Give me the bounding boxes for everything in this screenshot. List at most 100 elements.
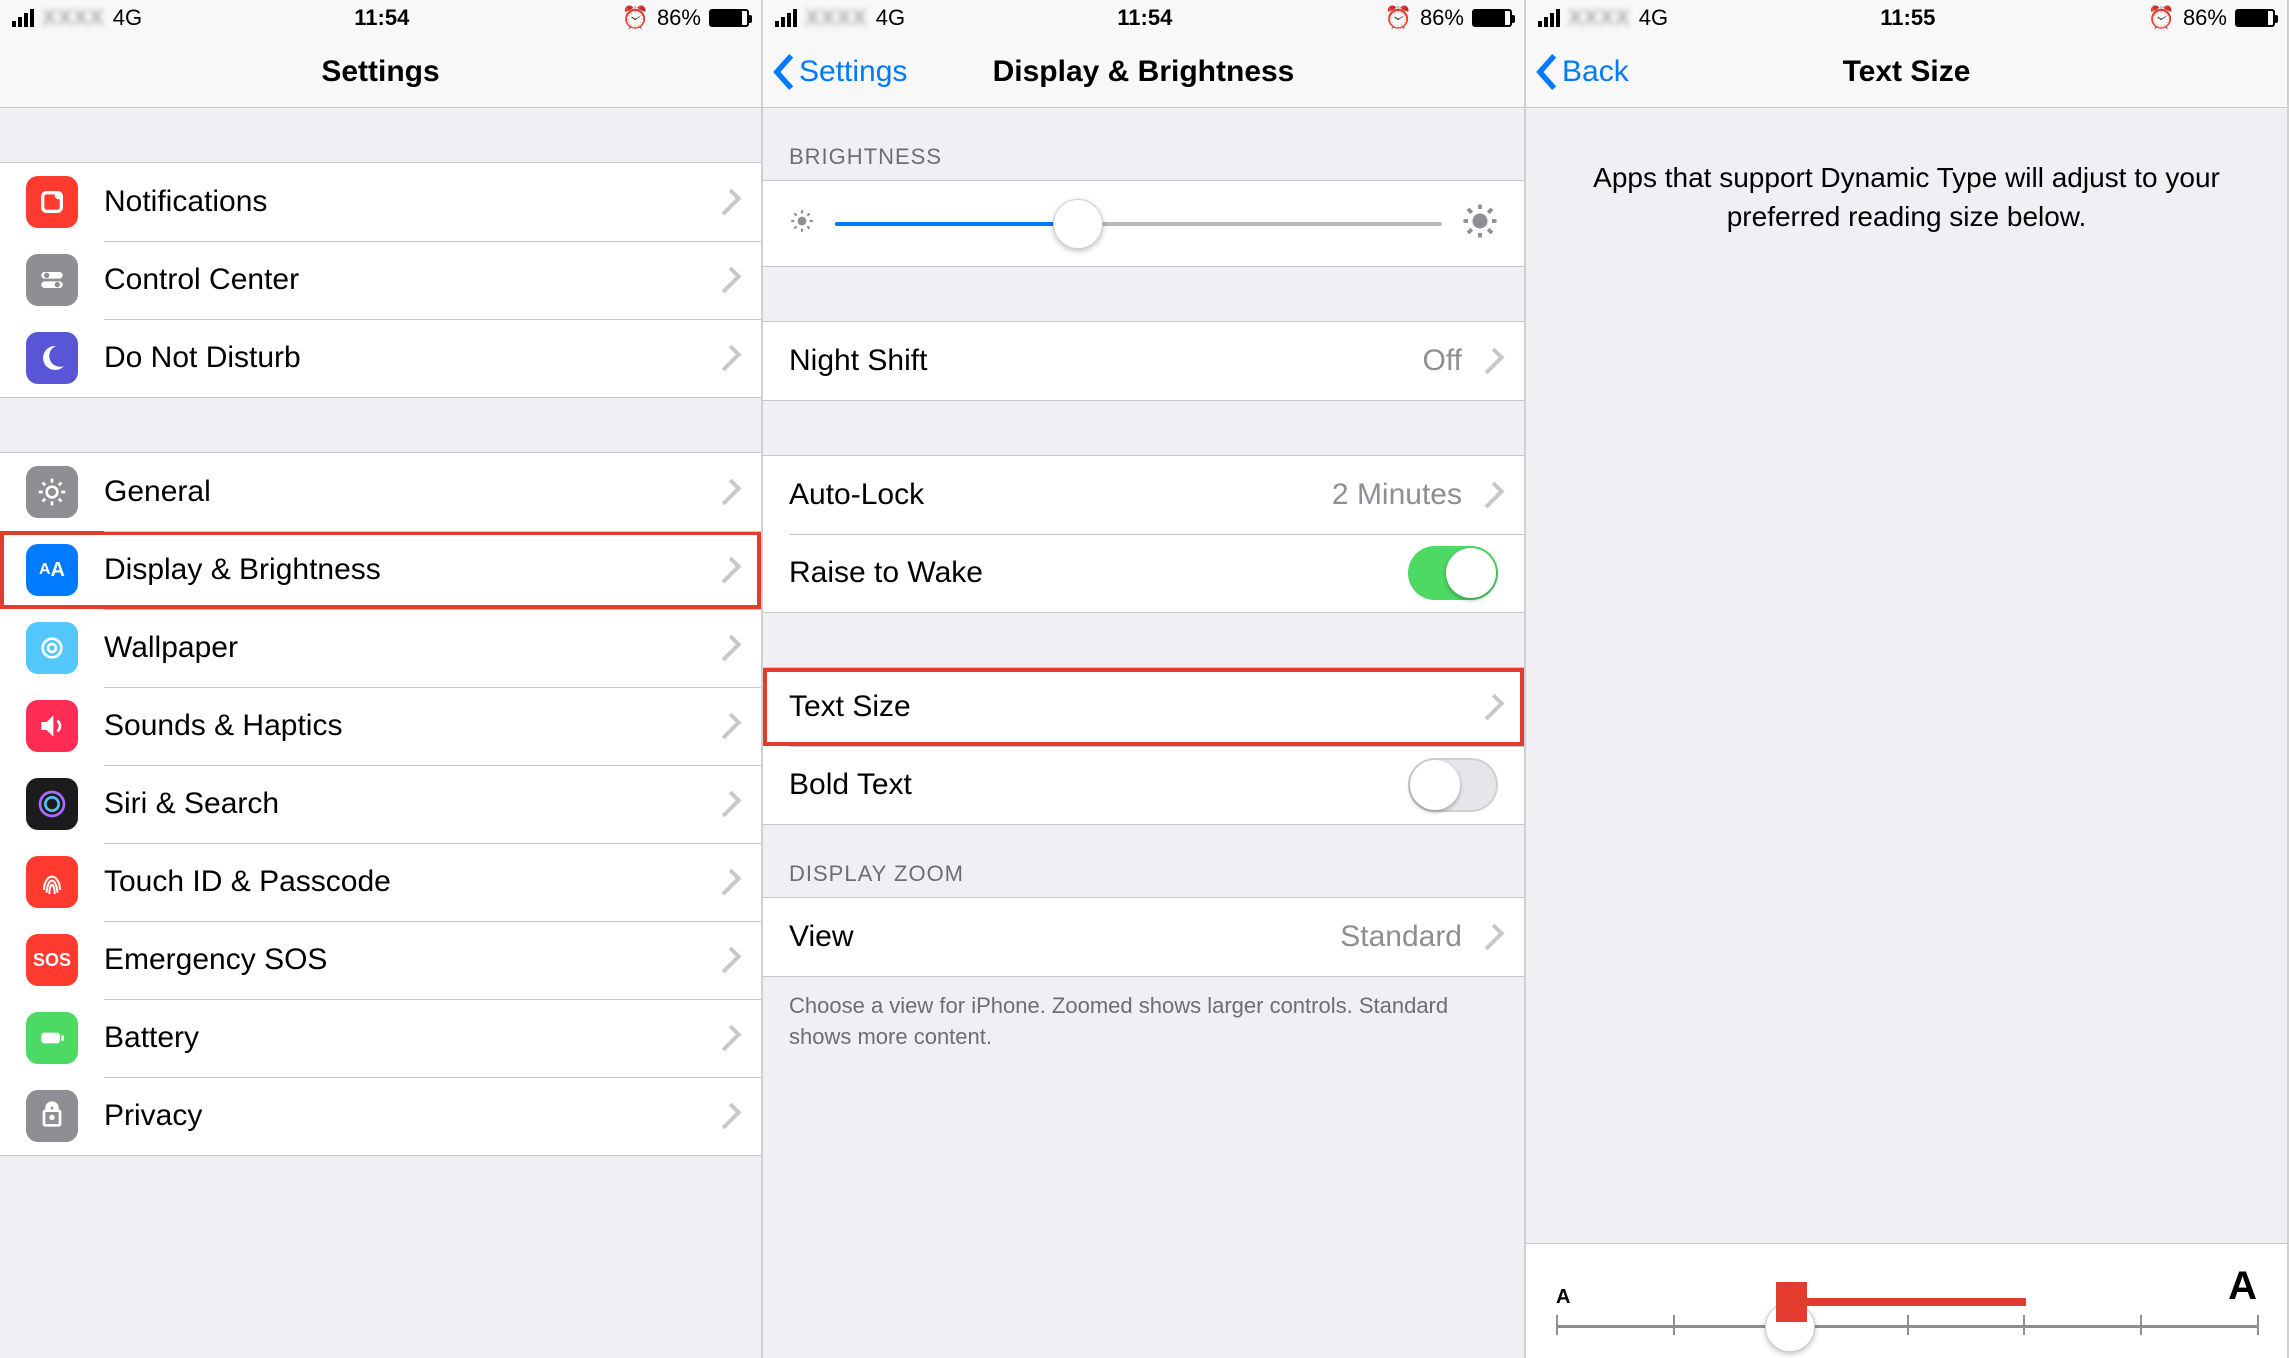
wallpaper-icon (26, 622, 78, 674)
chevron-right-icon (1478, 482, 1505, 509)
section-brightness: BRIGHTNESS (763, 108, 1524, 180)
alarm-icon: ⏰ (2148, 5, 2175, 31)
row-label: Privacy (104, 1099, 713, 1133)
back-label: Back (1562, 55, 1629, 89)
dnd-icon (26, 332, 78, 384)
row-general[interactable]: General (0, 453, 761, 531)
chevron-right-icon (715, 1025, 742, 1052)
text-size-slider-area: A A (1526, 1243, 2287, 1358)
row-raise-to-wake[interactable]: Raise to Wake (763, 534, 1524, 612)
row-sos[interactable]: SOS Emergency SOS (0, 921, 761, 999)
text-size-slider[interactable] (1556, 1325, 2257, 1328)
status-bar: XXXX 4G 11:55 ⏰ 86% (1526, 0, 2287, 36)
row-label: Text Size (789, 690, 1476, 724)
battery-pct: 86% (1420, 5, 1464, 31)
nav-bar: Settings (0, 36, 761, 108)
row-control-center[interactable]: Control Center (0, 241, 761, 319)
signal-icon (775, 9, 797, 27)
section-display-zoom: DISPLAY ZOOM (763, 825, 1524, 897)
row-notifications[interactable]: Notifications (0, 163, 761, 241)
page-title: Text Size (1843, 55, 1971, 89)
row-value: Standard (1340, 920, 1462, 954)
row-label: View (789, 920, 1340, 954)
row-privacy[interactable]: Privacy (0, 1077, 761, 1155)
privacy-icon (26, 1090, 78, 1142)
chevron-right-icon (1478, 924, 1505, 951)
text-size-thumb[interactable] (1765, 1302, 1815, 1352)
row-value: Off (1423, 344, 1462, 378)
row-label: Do Not Disturb (104, 341, 713, 375)
nav-bar: Settings Display & Brightness (763, 36, 1524, 108)
chevron-right-icon (715, 869, 742, 896)
row-label: Auto-Lock (789, 478, 1332, 512)
carrier-label: XXXX (42, 5, 105, 31)
row-label: Sounds & Haptics (104, 709, 713, 743)
big-a-label: A (2228, 1264, 2257, 1309)
siri-icon (26, 778, 78, 830)
row-auto-lock[interactable]: Auto-Lock 2 Minutes (763, 456, 1524, 534)
chevron-right-icon (715, 1103, 742, 1130)
row-night-shift[interactable]: Night Shift Off (763, 322, 1524, 400)
row-value: 2 Minutes (1332, 478, 1462, 512)
chevron-right-icon (715, 557, 742, 584)
brightness-slider-row (763, 180, 1524, 267)
battery-icon (709, 9, 749, 27)
bold-text-toggle[interactable] (1408, 758, 1498, 812)
row-display-brightness[interactable]: AA Display & Brightness (0, 531, 761, 609)
back-label: Settings (799, 55, 907, 89)
small-a-label: A (1556, 1286, 1570, 1309)
back-button[interactable]: Settings (773, 54, 907, 90)
page-title: Display & Brightness (993, 55, 1295, 89)
row-battery[interactable]: Battery (0, 999, 761, 1077)
sos-icon: SOS (26, 934, 78, 986)
row-siri[interactable]: Siri & Search (0, 765, 761, 843)
clock: 11:54 (354, 5, 409, 31)
signal-icon (1538, 9, 1560, 27)
row-label: Notifications (104, 185, 713, 219)
row-touchid[interactable]: Touch ID & Passcode (0, 843, 761, 921)
chevron-right-icon (715, 635, 742, 662)
row-label: General (104, 475, 713, 509)
page-title: Settings (321, 55, 439, 89)
nav-bar: Back Text Size (1526, 36, 2287, 108)
row-label: Emergency SOS (104, 943, 713, 977)
brightness-slider[interactable] (835, 222, 1442, 226)
alarm-icon: ⏰ (1385, 5, 1412, 31)
clock: 11:54 (1117, 5, 1172, 31)
signal-icon (12, 9, 34, 27)
row-label: Display & Brightness (104, 553, 713, 587)
row-label: Wallpaper (104, 631, 713, 665)
chevron-right-icon (715, 479, 742, 506)
clock: 11:55 (1880, 5, 1935, 31)
settings-group-2: General AA Display & Brightness Wallpape… (0, 452, 761, 1156)
row-bold-text[interactable]: Bold Text (763, 746, 1524, 824)
back-button[interactable]: Back (1536, 54, 1629, 90)
row-label: Bold Text (789, 768, 1408, 802)
row-view[interactable]: View Standard (763, 898, 1524, 976)
chevron-right-icon (715, 713, 742, 740)
display-brightness-screen: XXXX 4G 11:54 ⏰ 86% Settings Display & B… (763, 0, 1526, 1358)
sounds-icon (26, 700, 78, 752)
row-label: Control Center (104, 263, 713, 297)
settings-screen: XXXX 4G 11:54 ⏰ 86% Settings Notificatio… (0, 0, 763, 1358)
alarm-icon: ⏰ (622, 5, 649, 31)
row-sounds[interactable]: Sounds & Haptics (0, 687, 761, 765)
text-size-screen: XXXX 4G 11:55 ⏰ 86% Back Text Size Apps … (1526, 0, 2289, 1358)
brightness-thumb[interactable] (1053, 199, 1103, 249)
row-label: Raise to Wake (789, 556, 1408, 590)
footer-text: Choose a view for iPhone. Zoomed shows l… (763, 977, 1524, 1067)
chevron-right-icon (715, 345, 742, 372)
row-dnd[interactable]: Do Not Disturb (0, 319, 761, 397)
raise-to-wake-toggle[interactable] (1408, 546, 1498, 600)
battery-pct: 86% (657, 5, 701, 31)
settings-group-1: Notifications Control Center Do Not Dist… (0, 162, 761, 398)
row-label: Battery (104, 1021, 713, 1055)
battery-icon (1472, 9, 1512, 27)
sun-small-icon (789, 208, 815, 239)
row-label: Siri & Search (104, 787, 713, 821)
row-text-size[interactable]: Text Size (763, 668, 1524, 746)
chevron-right-icon (1478, 694, 1505, 721)
network-label: 4G (876, 5, 905, 31)
chevron-right-icon (715, 947, 742, 974)
row-wallpaper[interactable]: Wallpaper (0, 609, 761, 687)
